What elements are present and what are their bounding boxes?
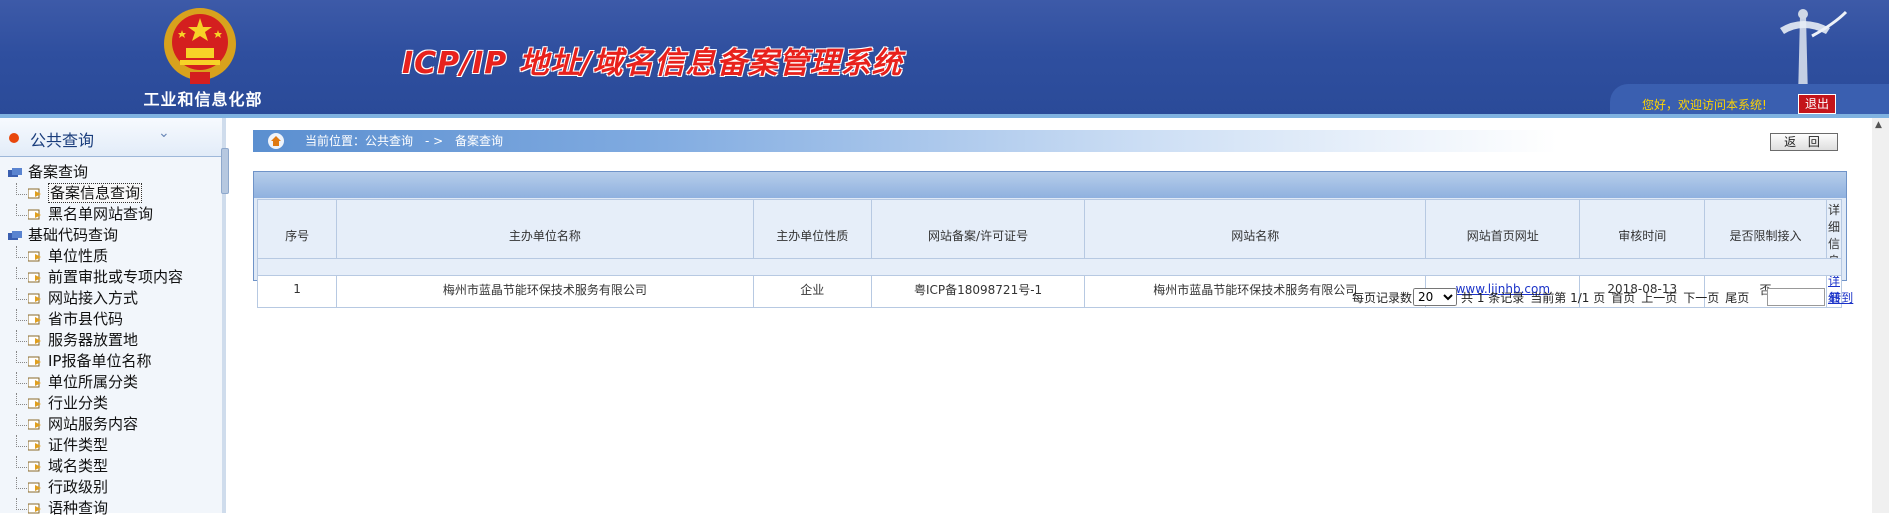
page-icon bbox=[28, 335, 41, 346]
tree-item[interactable]: 证件类型 bbox=[0, 435, 222, 456]
tree-item[interactable]: 服务器放置地 bbox=[0, 330, 222, 351]
cell-org-type: 企业 bbox=[752, 270, 872, 308]
tree-connector bbox=[16, 330, 27, 342]
folder-icon bbox=[8, 231, 22, 240]
page-icon bbox=[28, 209, 41, 220]
tree-item[interactable]: 网站服务内容 bbox=[0, 414, 222, 435]
tree-item[interactable]: 语种查询 bbox=[0, 498, 222, 519]
bullet-icon bbox=[9, 133, 19, 143]
tree-connector bbox=[16, 288, 27, 300]
current-page: 当前第 1/1 页 bbox=[1530, 290, 1606, 305]
tree-connector bbox=[16, 372, 27, 384]
tree-item[interactable]: 省市县代码 bbox=[0, 309, 222, 330]
header-divider bbox=[0, 114, 1889, 118]
cell-index: 1 bbox=[256, 270, 338, 308]
tree-item[interactable]: 域名类型 bbox=[0, 456, 222, 477]
page-icon bbox=[28, 251, 41, 262]
page-icon bbox=[28, 293, 41, 304]
tree-item[interactable]: 黑名单网站查询 bbox=[0, 204, 222, 225]
tree-connector bbox=[16, 309, 27, 321]
page-icon bbox=[28, 356, 41, 367]
logout-button[interactable]: 退出 bbox=[1798, 94, 1836, 114]
national-emblem-icon bbox=[164, 8, 236, 84]
next-page-link[interactable]: 下一页 bbox=[1683, 289, 1719, 306]
page-icon bbox=[28, 377, 41, 388]
tree-item[interactable]: 行政级别 bbox=[0, 477, 222, 498]
tree-connector bbox=[16, 183, 27, 195]
page-scrollbar[interactable]: ▲ bbox=[1872, 118, 1889, 513]
results-panel-header bbox=[254, 172, 1846, 198]
tree-item[interactable]: 单位性质 bbox=[0, 246, 222, 267]
tree-connector bbox=[16, 351, 27, 363]
back-button[interactable]: 返 回 bbox=[1770, 133, 1838, 151]
first-page-link[interactable]: 首页 bbox=[1611, 289, 1635, 306]
breadcrumb-location: 当前位置：公共查询 bbox=[305, 134, 414, 148]
tree-item[interactable]: 备案信息查询 bbox=[0, 183, 222, 204]
tree-folder[interactable]: 基础代码查询 bbox=[0, 225, 222, 246]
page-icon bbox=[28, 419, 41, 430]
page-icon bbox=[28, 272, 41, 283]
sidebar-title: 公共查询 bbox=[30, 131, 95, 150]
tree-item[interactable]: 行业分类 bbox=[0, 393, 222, 414]
per-page-label: 每页记录数 bbox=[1352, 290, 1413, 305]
breadcrumb-separator: - > bbox=[425, 134, 444, 148]
tree-connector bbox=[16, 435, 27, 447]
jump-link[interactable]: 转到 bbox=[1829, 289, 1853, 306]
tree-item[interactable]: 网站接入方式 bbox=[0, 288, 222, 309]
page-icon bbox=[28, 314, 41, 325]
tree-item[interactable]: IP报备单位名称 bbox=[0, 351, 222, 372]
scroll-up-icon[interactable]: ▲ bbox=[1875, 120, 1882, 130]
sidebar: 公共查询 ⌄ 备案查询 备案信息查询 黑名单网站查询 基础代码查询 单位性质 前… bbox=[0, 118, 223, 517]
page-icon bbox=[28, 482, 41, 493]
page-icon bbox=[28, 461, 41, 472]
tree-connector bbox=[16, 477, 27, 489]
tree-item[interactable]: 前置审批或专项内容 bbox=[0, 267, 222, 288]
ministry-name: 工业和信息化部 bbox=[143, 90, 263, 109]
cell-org-name: 梅州市蓝晶节能环保技术服务有限公司 bbox=[336, 270, 754, 308]
results-panel: 序号 主办单位名称 主办单位性质 网站备案/许可证号 网站名称 网站首页网址 审… bbox=[253, 171, 1847, 308]
page-icon bbox=[28, 398, 41, 409]
tree-connector bbox=[16, 267, 27, 279]
tree-item[interactable]: 单位所属分类 bbox=[0, 372, 222, 393]
welcome-text: 您好，欢迎访问本系统! bbox=[1642, 98, 1767, 112]
prev-page-link[interactable]: 上一页 bbox=[1641, 289, 1677, 306]
breadcrumb-current: 备案查询 bbox=[455, 134, 504, 148]
page-icon bbox=[28, 503, 41, 514]
tree-connector bbox=[16, 246, 27, 258]
home-icon bbox=[268, 133, 284, 149]
last-page-link[interactable]: 尾页 bbox=[1725, 289, 1749, 306]
header-banner: 工业和信息化部 ICP/IP 地址/域名信息备案管理系统 您好，欢迎访问本系统!… bbox=[0, 0, 1889, 118]
page-icon bbox=[28, 440, 41, 451]
tree-connector bbox=[16, 456, 27, 468]
pagination: 每页记录数 20 共 1 条记录 当前第 1/1 页 首页 上一页 下一页 尾页… bbox=[1352, 288, 1853, 306]
collapse-chevron-icon[interactable]: ⌄ bbox=[158, 125, 170, 141]
tree-connector bbox=[16, 204, 27, 216]
page-icon bbox=[28, 188, 41, 199]
cell-license: 粤ICP备18098721号-1 bbox=[870, 270, 1086, 308]
folder-icon bbox=[8, 168, 22, 177]
sidebar-header[interactable]: 公共查询 ⌄ bbox=[0, 118, 222, 157]
breadcrumb: 当前位置：公共查询 - > 备案查询 bbox=[253, 130, 1557, 152]
tree-folder[interactable]: 备案查询 bbox=[0, 162, 222, 183]
nav-tree: 备案查询 备案信息查询 黑名单网站查询 基础代码查询 单位性质 前置审批或专项内… bbox=[0, 162, 222, 519]
tree-connector bbox=[16, 393, 27, 405]
total-records: 共 1 条记录 bbox=[1461, 290, 1525, 305]
tree-connector bbox=[16, 414, 27, 426]
system-title: ICP/IP 地址/域名信息备案管理系统 bbox=[402, 46, 903, 81]
splitter-handle[interactable] bbox=[221, 148, 229, 194]
results-table-footer bbox=[257, 258, 1842, 276]
per-page-select[interactable]: 20 bbox=[1413, 288, 1458, 306]
page-jump-input[interactable] bbox=[1767, 288, 1826, 306]
tree-connector bbox=[16, 498, 27, 510]
